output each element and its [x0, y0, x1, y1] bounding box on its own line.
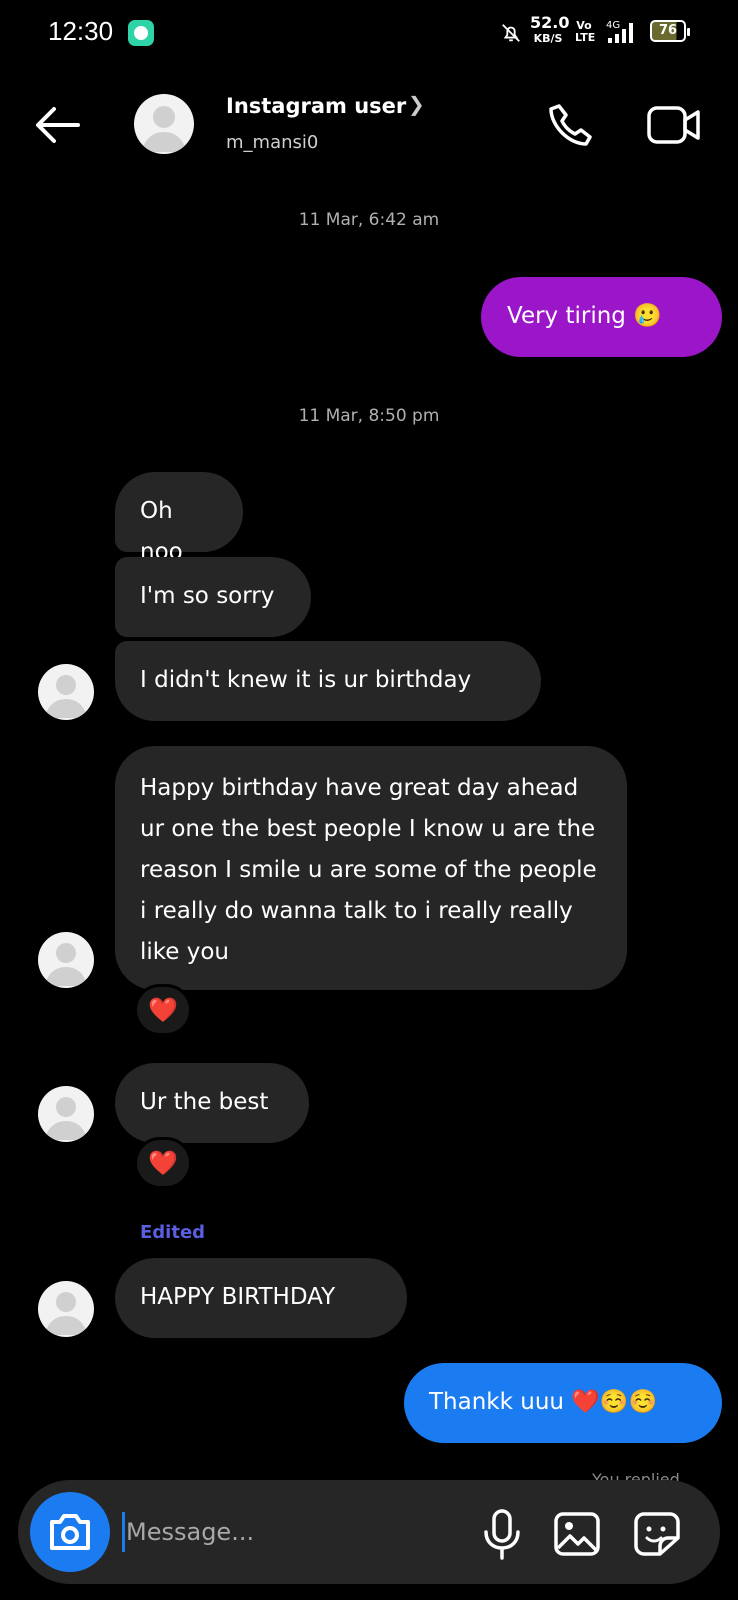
chevron-right-icon[interactable]: ❯: [408, 92, 425, 116]
default-avatar-icon: [45, 1292, 87, 1335]
sender-avatar[interactable]: [38, 932, 94, 988]
default-avatar-icon: [45, 943, 87, 986]
outgoing-message[interactable]: Very tiring 🥲: [481, 277, 722, 357]
sticker-icon[interactable]: [632, 1510, 682, 1558]
heart-reaction[interactable]: ❤️: [134, 1137, 192, 1189]
camera-button[interactable]: [30, 1492, 110, 1572]
incoming-message[interactable]: I'm so sorry: [115, 557, 311, 637]
volte-indicator: Vo LTE: [575, 19, 596, 44]
outgoing-message[interactable]: Thankk uuu ❤️☺️☺️: [404, 1363, 722, 1443]
back-arrow-icon[interactable]: [32, 102, 82, 148]
status-bar: 12:30 52.0 KB/S Vo LTE 4G 76: [0, 0, 738, 64]
microphone-icon[interactable]: [478, 1508, 526, 1560]
edited-label: Edited: [140, 1222, 206, 1243]
gallery-icon[interactable]: [552, 1510, 602, 1558]
notification-app-icon: [128, 20, 154, 46]
muted-bell-icon: [502, 24, 520, 42]
battery-indicator: 76: [650, 20, 690, 42]
default-avatar-icon: [45, 675, 87, 718]
incoming-message[interactable]: I didn't knew it is ur birthday: [115, 641, 541, 721]
sender-avatar[interactable]: [38, 1086, 94, 1142]
incoming-message[interactable]: HAPPY BIRTHDAY: [115, 1258, 407, 1338]
contact-name[interactable]: Instagram user: [226, 94, 406, 118]
message-composer: [18, 1480, 720, 1584]
chat-header: Instagram user ❯ m_mansi0: [0, 80, 738, 172]
message-input[interactable]: [126, 1506, 456, 1558]
heart-icon: ❤️: [148, 1149, 178, 1177]
contact-avatar[interactable]: [134, 94, 194, 154]
incoming-message[interactable]: Happy birthday have great day ahead ur o…: [115, 746, 627, 990]
default-avatar-icon: [142, 106, 186, 152]
sender-avatar[interactable]: [38, 1281, 94, 1337]
incoming-message[interactable]: Ur the best: [115, 1063, 309, 1143]
status-time: 12:30: [48, 16, 114, 46]
video-camera-icon[interactable]: [646, 102, 702, 148]
heart-reaction[interactable]: ❤️: [134, 984, 192, 1036]
incoming-message[interactable]: Oh noo: [115, 472, 243, 565]
sender-avatar[interactable]: [38, 664, 94, 720]
text-cursor: [122, 1512, 125, 1552]
camera-icon: [50, 1514, 90, 1550]
heart-icon: ❤️: [148, 996, 178, 1024]
phone-icon[interactable]: [544, 100, 596, 152]
timestamp: 11 Mar, 6:42 am: [298, 210, 440, 230]
default-avatar-icon: [45, 1097, 87, 1140]
signal-icon: 4G: [606, 20, 633, 43]
svg-text:4G: 4G: [606, 20, 620, 31]
network-speed: 52.0 KB/S: [530, 13, 570, 46]
timestamp: 11 Mar, 8:50 pm: [298, 406, 440, 426]
contact-username[interactable]: m_mansi0: [226, 132, 318, 153]
